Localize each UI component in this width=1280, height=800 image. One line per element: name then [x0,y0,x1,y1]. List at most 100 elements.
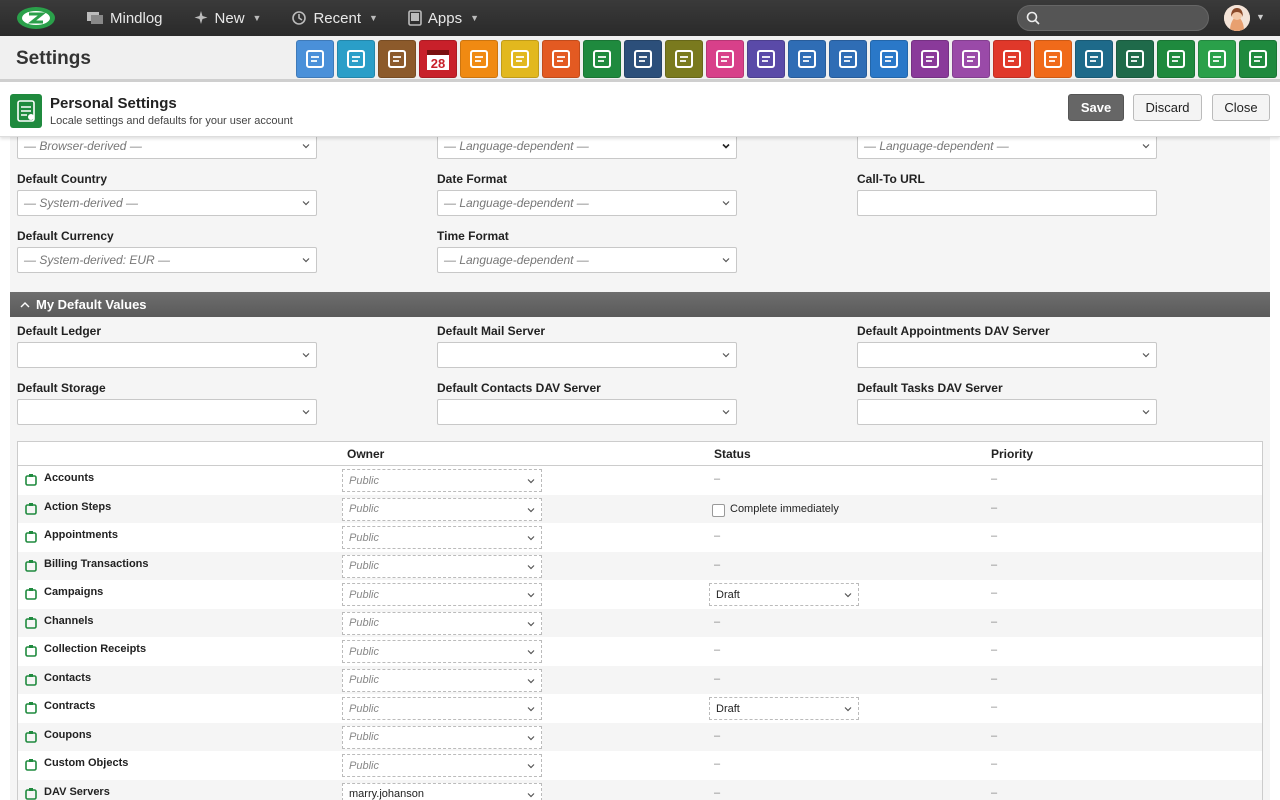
default-appointments-dav-select[interactable] [857,342,1157,368]
owner-select[interactable]: Public [342,668,542,692]
priority-value: – [991,473,998,485]
select-value: Public [349,474,379,487]
chevron-down-icon[interactable]: ▼ [1256,12,1265,22]
nav-recent[interactable]: Recent ▼ [291,10,378,27]
status-value: – [714,672,721,685]
select-value: — Browser-derived — [24,139,142,153]
row-name: Campaigns [44,586,104,598]
discard-button[interactable]: Discard [1133,94,1202,121]
default-currency-select[interactable]: — System-derived: EUR — [17,247,317,273]
call-to-url-input[interactable] [857,190,1157,216]
select-value: Public [349,588,379,601]
contacts-app-icon[interactable] [378,40,416,78]
status-select[interactable]: Draft [709,583,859,606]
truck-app-icon[interactable] [788,40,826,78]
search-input[interactable] [1046,10,1196,26]
priority-value: – [991,530,998,542]
default-country-select[interactable]: — System-derived — [17,190,317,216]
reception-app-icon[interactable] [706,40,744,78]
dollar-app-icon[interactable] [747,40,785,78]
time-format-select[interactable]: — Language-dependent — [437,247,737,273]
default-tasks-dav-select[interactable] [857,399,1157,425]
status-value: – [714,729,721,742]
date-format-select[interactable]: — Language-dependent — [437,190,737,216]
mindlog-icon [87,12,103,24]
default-storage-label: Default Storage [17,381,106,395]
contract-app-icon[interactable] [911,40,949,78]
panel-title: Personal Settings [50,95,177,112]
default-contacts-dav-select[interactable] [437,399,737,425]
coupon-app-icon[interactable] [1198,40,1236,78]
select-value: — System-derived: EUR — [24,253,171,267]
status-value: – [714,758,721,770]
row-name: Custom Objects [44,757,129,769]
cash-app-icon[interactable] [1157,40,1195,78]
nav-new[interactable]: New ▼ [193,10,261,27]
recycle-app-icon[interactable] [829,40,867,78]
chevron-down-icon [722,353,730,358]
row-name: Coupons [44,728,92,741]
cart-app-icon[interactable] [1116,40,1154,78]
bookmark-app-icon[interactable] [624,40,662,78]
notes-app-icon[interactable] [583,40,621,78]
my-default-values-section[interactable]: My Default Values [10,292,1270,317]
row-name: Contacts [44,671,92,684]
calendar-app-icon[interactable]: 28 [419,40,457,78]
owner-select[interactable]: Public [342,697,542,720]
contacts-icon [25,673,37,686]
tasks-app-icon[interactable] [501,40,539,78]
owner-select[interactable]: Public [342,640,542,663]
priority-value: – [991,701,998,713]
global-search[interactable] [1017,5,1209,31]
row-name: Contracts [44,700,96,712]
database-app-icon[interactable] [1239,40,1277,78]
column-priority: Priority [991,447,1034,461]
default-appointments-dav-label: Default Appointments DAV Server [857,324,1050,338]
owner-select[interactable]: Public [342,554,542,578]
chevron-down-icon [722,258,730,263]
chevron-down-icon [722,143,730,149]
status-value: – [714,558,721,571]
chevron-down-icon [527,764,535,769]
status-value: – [714,615,721,628]
billing-icon [25,559,37,572]
owner-select[interactable]: Public [342,611,542,635]
moneybag-app-icon[interactable] [870,40,908,78]
time-format-label: Time Format [437,229,509,243]
timer-app-icon[interactable] [460,40,498,78]
default-mail-server-select[interactable] [437,342,737,368]
owner-select[interactable]: Public [342,469,542,492]
zoho-logo-icon[interactable] [14,4,58,32]
nav-mindlog[interactable]: Mindlog [86,10,163,27]
owner-select[interactable]: Public [342,725,542,749]
table-row: Channels Public – – [18,608,1262,637]
status-select[interactable]: Draft [709,697,859,720]
default-ledger-select[interactable] [17,342,317,368]
address-app-icon[interactable] [337,40,375,78]
folder-check-app-icon[interactable] [542,40,580,78]
owner-select[interactable]: marry.johanson [342,782,542,800]
documents-app-icon[interactable] [665,40,703,78]
owner-select[interactable]: Public [342,526,542,549]
save-button[interactable]: Save [1068,94,1124,121]
complete-immediately-checkbox[interactable] [712,503,725,517]
personal-settings-header: Personal Settings Locale settings and de… [0,85,1280,137]
priority-value: – [991,587,998,599]
campaign-app-icon[interactable] [1034,40,1072,78]
mail-app-icon[interactable] [296,40,334,78]
owner-select[interactable]: Public [342,754,542,777]
avatar[interactable] [1224,5,1250,31]
select-value: Public [349,674,379,686]
settings-form: — Browser-derived — — Language-dependent… [10,133,1270,800]
invoice-app-icon[interactable] [993,40,1031,78]
handshake-app-icon[interactable] [952,40,990,78]
priority-value: – [991,558,998,571]
close-button[interactable]: Close [1212,94,1270,121]
nav-apps[interactable]: Apps ▼ [408,10,479,27]
default-storage-select[interactable] [17,399,317,425]
svg-text:28: 28 [431,56,445,71]
owner-select[interactable]: Public [342,497,542,521]
owner-select[interactable]: Public [342,583,542,606]
chevron-down-icon [722,201,730,206]
download-app-icon[interactable] [1075,40,1113,78]
